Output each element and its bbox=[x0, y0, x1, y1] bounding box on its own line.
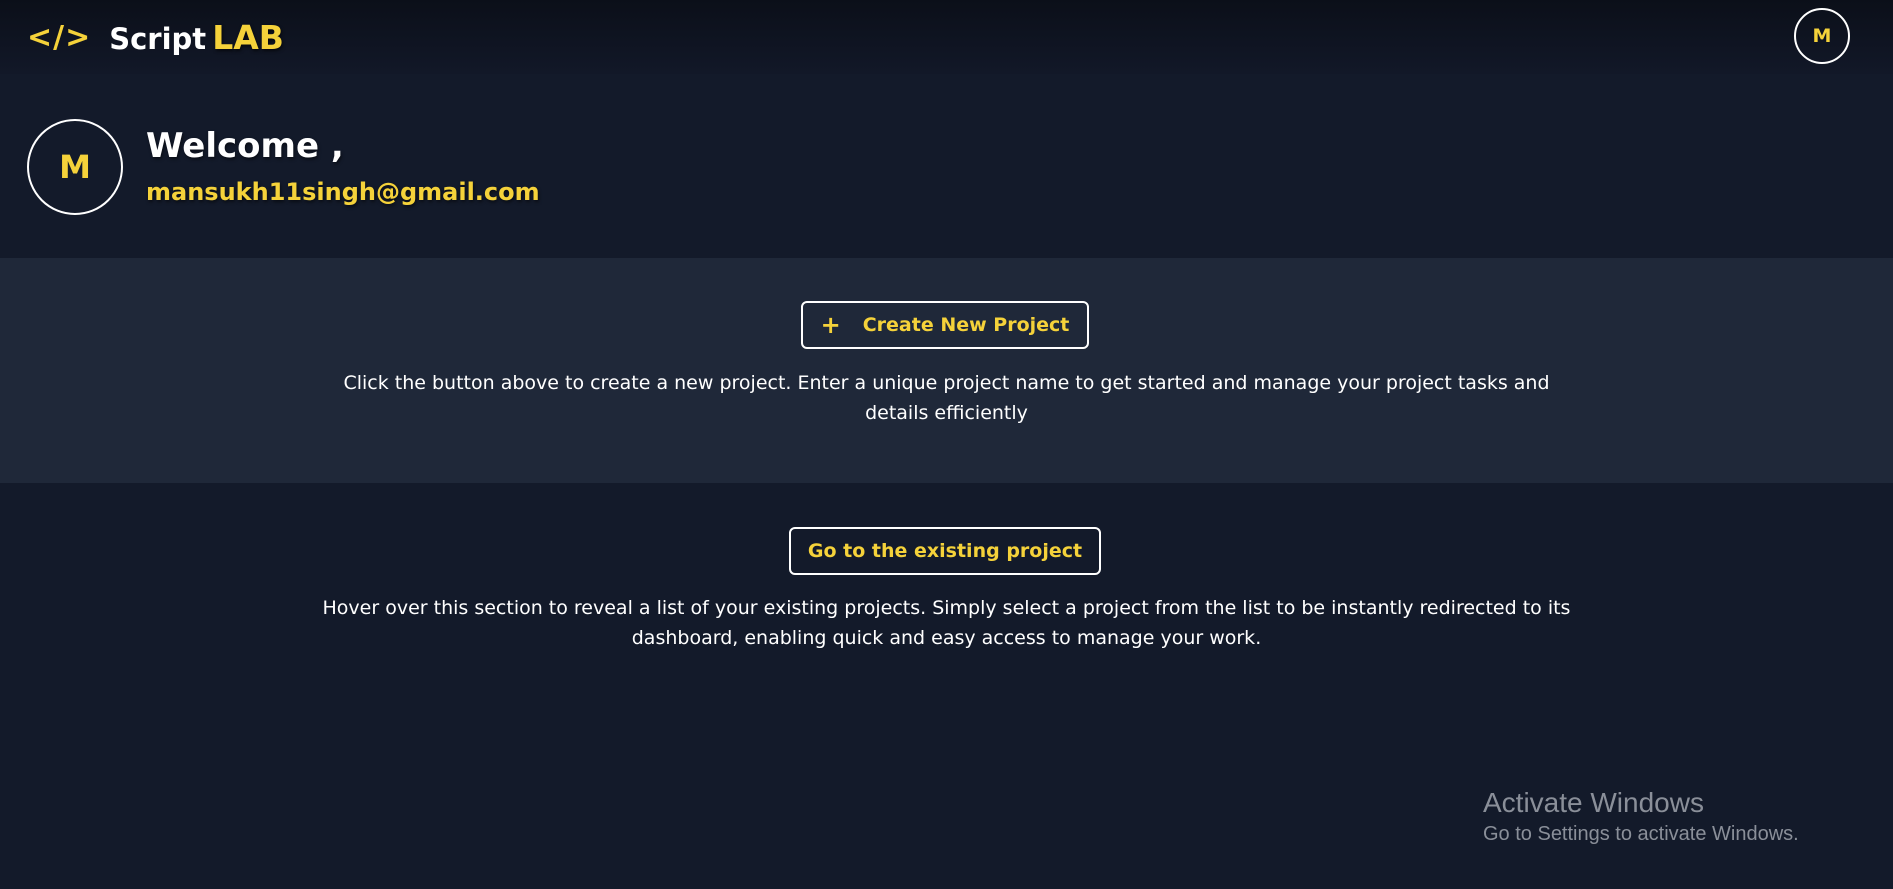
existing-project-description-wrap: Hover over this section to reveal a list… bbox=[0, 593, 1893, 653]
app-logo[interactable]: </> Script LAB bbox=[27, 17, 284, 57]
user-avatar-button[interactable]: M bbox=[1794, 8, 1850, 64]
watermark-subtitle: Go to Settings to activate Windows. bbox=[1483, 823, 1799, 845]
go-to-existing-project-button[interactable]: Go to the existing project bbox=[789, 527, 1101, 575]
profile-avatar: M bbox=[27, 119, 123, 215]
create-project-description: Click the button above to create a new p… bbox=[343, 372, 1550, 424]
existing-project-description: Hover over this section to reveal a list… bbox=[322, 597, 1571, 649]
app-name: Script LAB bbox=[109, 18, 284, 57]
app-name-script: Script bbox=[109, 21, 207, 56]
watermark-title: Activate Windows bbox=[1483, 787, 1704, 818]
welcome-section: M Welcome , mansukh11singh@gmail.com bbox=[0, 74, 1893, 258]
app-name-lab: LAB bbox=[212, 17, 284, 57]
plus-icon: + bbox=[820, 311, 841, 339]
code-brackets-icon: </> bbox=[27, 19, 92, 55]
page: </> Script LAB M M Welcome , mansukh11si… bbox=[0, 0, 1893, 889]
header: </> Script LAB M bbox=[0, 0, 1893, 74]
create-new-project-label: Create New Project bbox=[862, 314, 1070, 336]
create-project-section: + Create New Project Click the button ab… bbox=[0, 258, 1893, 483]
create-new-project-button[interactable]: + Create New Project bbox=[801, 301, 1089, 349]
activate-windows-watermark: Activate Windows Go to Settings to activ… bbox=[1483, 786, 1799, 848]
user-email: mansukh11singh@gmail.com bbox=[146, 178, 540, 206]
welcome-title: Welcome , bbox=[146, 126, 344, 166]
create-project-description-wrap: Click the button above to create a new p… bbox=[0, 368, 1893, 428]
